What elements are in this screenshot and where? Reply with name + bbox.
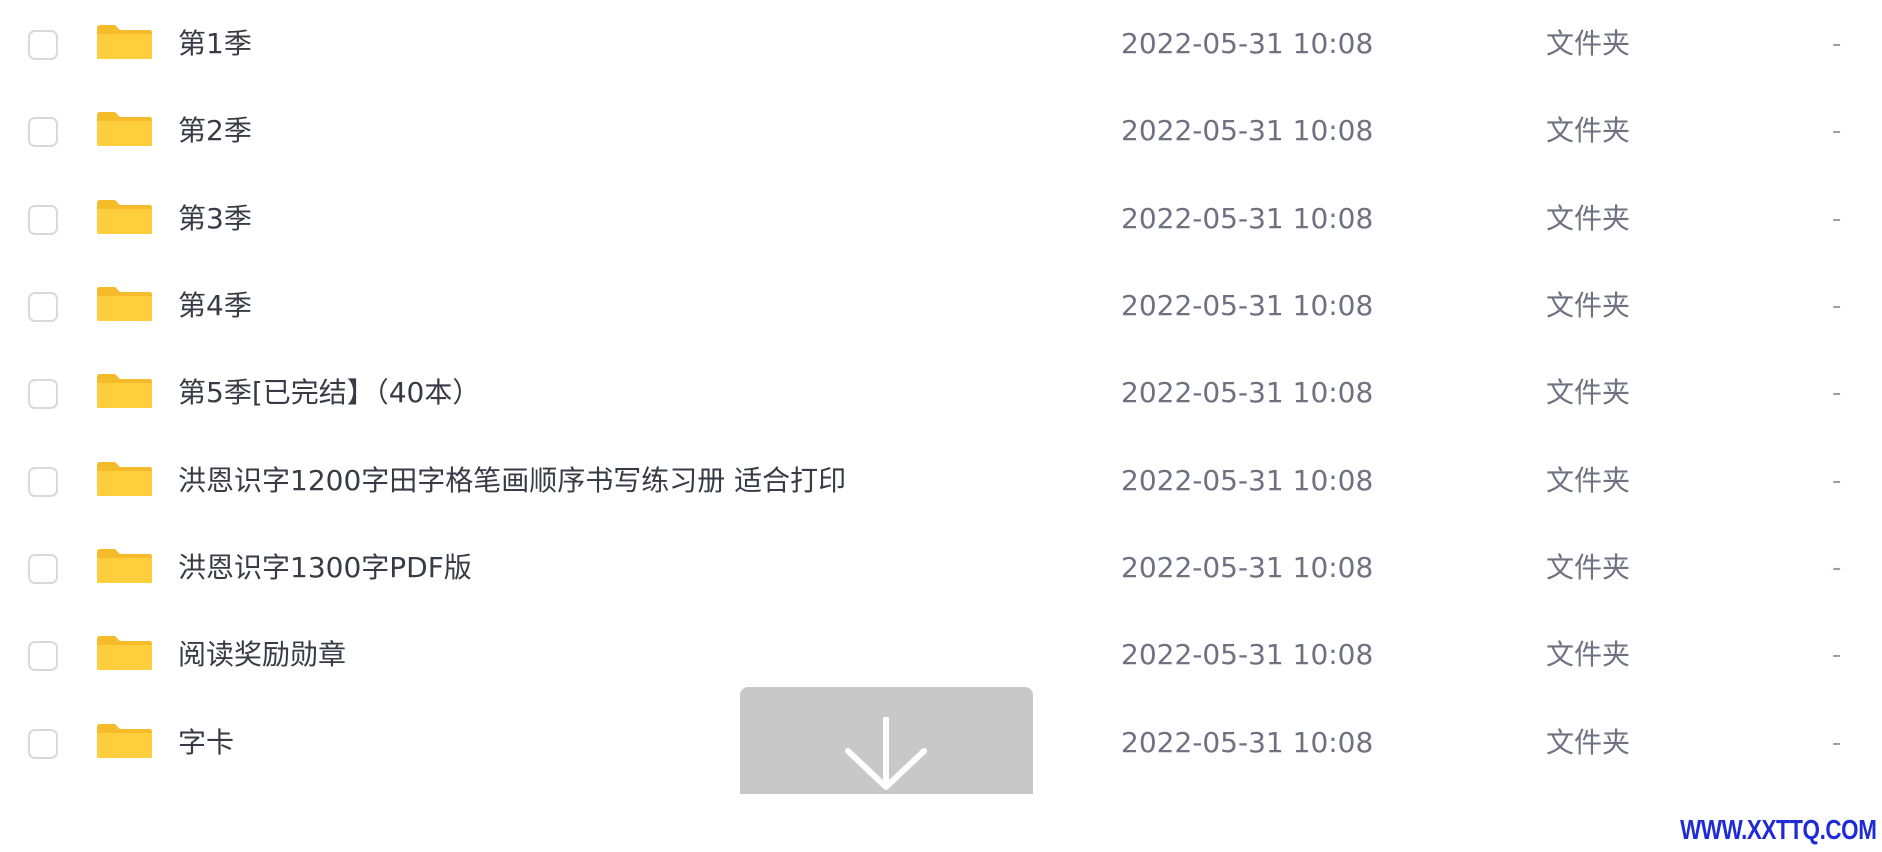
- row-checkbox[interactable]: [28, 729, 58, 759]
- file-type: 文件夹: [1546, 27, 1631, 60]
- file-type: 文件夹: [1546, 638, 1631, 671]
- modified-date: 2022-05-31 10:08: [1121, 726, 1374, 759]
- file-size: -: [1832, 553, 1842, 583]
- file-type: 文件夹: [1546, 726, 1631, 759]
- arrow-down-icon: [845, 717, 927, 790]
- file-name[interactable]: 洪恩识字1200字田字格笔画顺序书写练习册 适合打印: [178, 462, 846, 500]
- file-type: 文件夹: [1546, 289, 1631, 322]
- modified-date: 2022-05-31 10:08: [1121, 464, 1374, 497]
- file-row[interactable]: 第5季[已完结】（40本） 2022-05-31 10:08 文件夹 -: [0, 349, 1882, 437]
- file-row[interactable]: 洪恩识字1200字田字格笔画顺序书写练习册 适合打印 2022-05-31 10…: [0, 437, 1882, 525]
- file-name[interactable]: 第2季: [178, 112, 252, 150]
- download-button[interactable]: [740, 687, 1033, 794]
- row-checkbox[interactable]: [28, 641, 58, 671]
- folder-icon: [97, 112, 152, 146]
- modified-date: 2022-05-31 10:08: [1121, 376, 1374, 409]
- file-type: 文件夹: [1546, 464, 1631, 497]
- file-name[interactable]: 第5季[已完结】（40本）: [178, 374, 480, 412]
- file-size: -: [1832, 29, 1842, 59]
- file-size: -: [1832, 378, 1842, 408]
- modified-date: 2022-05-31 10:08: [1121, 551, 1374, 584]
- file-size: -: [1832, 116, 1842, 146]
- file-size: -: [1832, 291, 1842, 321]
- file-name[interactable]: 阅读奖励勋章: [178, 636, 346, 674]
- file-size: -: [1832, 466, 1842, 496]
- file-type: 文件夹: [1546, 202, 1631, 235]
- file-name[interactable]: 第3季: [178, 200, 252, 238]
- file-size: -: [1832, 640, 1842, 670]
- watermark: WWW.XXTTQ.COM: [1679, 814, 1877, 845]
- modified-date: 2022-05-31 10:08: [1121, 114, 1374, 147]
- row-checkbox[interactable]: [28, 117, 58, 147]
- row-checkbox[interactable]: [28, 30, 58, 60]
- folder-icon: [97, 374, 152, 408]
- folder-icon: [97, 25, 152, 59]
- folder-icon: [97, 636, 152, 670]
- row-checkbox[interactable]: [28, 554, 58, 584]
- file-row[interactable]: 阅读奖励勋章 2022-05-31 10:08 文件夹 -: [0, 611, 1882, 699]
- file-name[interactable]: 字卡: [178, 724, 234, 762]
- file-row[interactable]: 洪恩识字1300字PDF版 2022-05-31 10:08 文件夹 -: [0, 524, 1882, 612]
- file-type: 文件夹: [1546, 551, 1631, 584]
- file-row[interactable]: 第2季 2022-05-31 10:08 文件夹 -: [0, 87, 1882, 175]
- modified-date: 2022-05-31 10:08: [1121, 27, 1374, 60]
- file-row[interactable]: 第3季 2022-05-31 10:08 文件夹 -: [0, 175, 1882, 263]
- modified-date: 2022-05-31 10:08: [1121, 638, 1374, 671]
- row-checkbox[interactable]: [28, 467, 58, 497]
- folder-icon: [97, 549, 152, 583]
- folder-icon: [97, 724, 152, 758]
- file-name[interactable]: 洪恩识字1300字PDF版: [178, 549, 472, 587]
- row-checkbox[interactable]: [28, 292, 58, 322]
- file-name[interactable]: 第1季: [178, 25, 252, 63]
- file-name[interactable]: 第4季: [178, 287, 252, 325]
- file-size: -: [1832, 204, 1842, 234]
- folder-icon: [97, 462, 152, 496]
- folder-icon: [97, 200, 152, 234]
- folder-icon: [97, 287, 152, 321]
- row-checkbox[interactable]: [28, 379, 58, 409]
- file-row[interactable]: 第1季 2022-05-31 10:08 文件夹 -: [0, 0, 1882, 88]
- file-size: -: [1832, 728, 1842, 758]
- modified-date: 2022-05-31 10:08: [1121, 289, 1374, 322]
- file-type: 文件夹: [1546, 376, 1631, 409]
- file-row[interactable]: 第4季 2022-05-31 10:08 文件夹 -: [0, 262, 1882, 350]
- row-checkbox[interactable]: [28, 205, 58, 235]
- modified-date: 2022-05-31 10:08: [1121, 202, 1374, 235]
- file-type: 文件夹: [1546, 114, 1631, 147]
